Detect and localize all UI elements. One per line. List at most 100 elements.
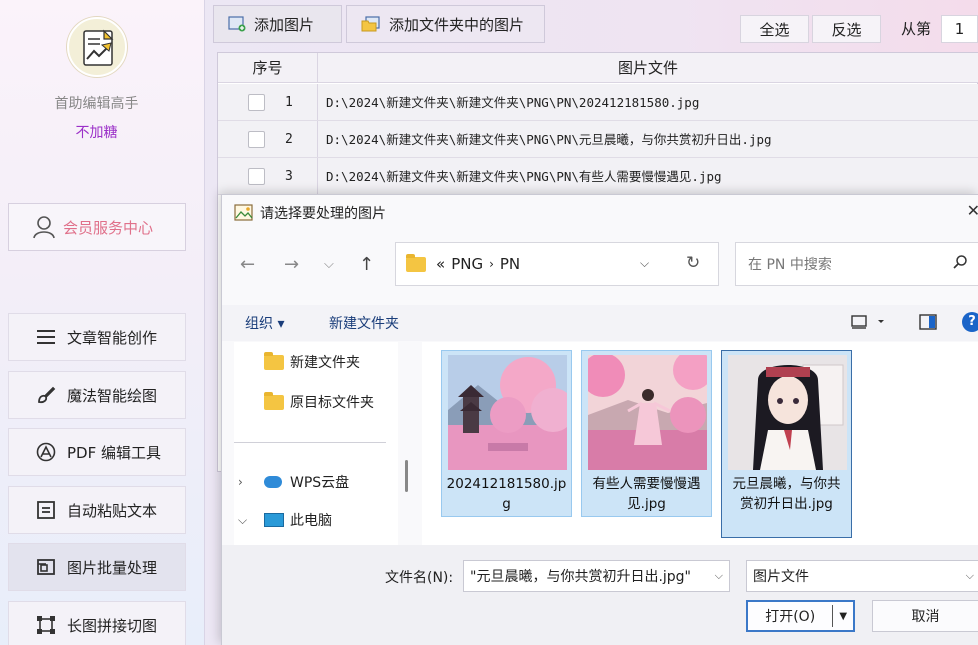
computer-icon: [264, 513, 284, 527]
start-from-input[interactable]: 1: [941, 15, 978, 43]
filename-value: "元旦晨曦，与你共赏初升日出.jpg": [470, 569, 691, 585]
breadcrumb-pn[interactable]: PN: [500, 255, 520, 273]
nav-long-image[interactable]: 长图拼接切图: [8, 601, 186, 645]
address-bar[interactable]: « PNG › PN ⌵ ↻: [395, 242, 719, 286]
add-folder-images-button[interactable]: 添加文件夹中的图片: [346, 5, 545, 43]
nav-label: PDF 编辑工具: [67, 443, 161, 462]
list-icon: [35, 326, 57, 348]
nav-divider: [234, 442, 386, 443]
nav-label: 文章智能创作: [67, 328, 158, 347]
forward-icon[interactable]: →: [284, 254, 299, 275]
view-options-icon[interactable]: [851, 314, 885, 334]
row-number: 1: [285, 94, 293, 110]
open-button[interactable]: 打开(O) ▼: [746, 600, 855, 632]
column-header-no: 序号: [218, 53, 318, 83]
row-number: 3: [285, 168, 293, 184]
file-type-select[interactable]: 图片文件 ⌵: [746, 560, 978, 592]
new-folder-button[interactable]: 新建文件夹: [329, 313, 399, 333]
cloud-icon: [264, 476, 282, 488]
folder-image-icon: [361, 16, 380, 32]
up-icon[interactable]: ↑: [359, 254, 374, 275]
nav-magic-drawing[interactable]: 魔法智能绘图: [8, 371, 186, 419]
dialog-title-bar: 请选择要处理的图片: [234, 203, 386, 223]
paste-icon: [35, 499, 57, 521]
refresh-icon[interactable]: ↻: [686, 253, 700, 273]
row-checkbox[interactable]: [248, 130, 265, 148]
add-image-icon: [228, 16, 246, 32]
image-thumbnail: [448, 355, 567, 470]
folder-icon: [406, 253, 426, 272]
row-checkbox[interactable]: [248, 167, 265, 185]
brush-icon: [35, 384, 57, 406]
tree-item-label: 新建文件夹: [290, 355, 360, 371]
search-box[interactable]: 在 PN 中搜索: [735, 242, 978, 286]
table-row[interactable]: 1 D:\2024\新建文件夹\新建文件夹\PNG\PN\20241218158…: [218, 84, 978, 121]
nav-label: 魔法智能绘图: [67, 386, 158, 405]
command-bar: 组织 ▾ 新建文件夹 ?: [222, 305, 978, 341]
nav-image-batch[interactable]: 图片批量处理: [8, 543, 186, 591]
invert-selection-button[interactable]: 反选: [812, 15, 881, 43]
pdf-icon: [35, 441, 57, 463]
folder-icon: [264, 351, 284, 370]
filename-label: 文件名(N):: [385, 570, 454, 586]
file-name: 202412181580.jpg: [446, 476, 567, 512]
nav-pdf-tools[interactable]: PDF 编辑工具: [8, 428, 186, 476]
search-placeholder: 在 PN 中搜索: [748, 257, 832, 273]
add-images-button[interactable]: 添加图片: [213, 5, 342, 43]
open-dropdown-icon[interactable]: ▼: [833, 611, 853, 622]
table-row[interactable]: 3 D:\2024\新建文件夹\新建文件夹\PNG\PN\有些人需要慢慢遇见.j…: [218, 158, 978, 195]
breadcrumb-overflow[interactable]: «: [436, 255, 445, 273]
close-icon[interactable]: ✕: [967, 201, 978, 220]
help-icon[interactable]: ?: [962, 312, 978, 332]
nav-label: 自动粘贴文本: [67, 501, 158, 520]
select-all-button[interactable]: 全选: [740, 15, 809, 43]
file-tile[interactable]: 202412181580.jpg: [441, 350, 572, 517]
row-path: D:\2024\新建文件夹\新建文件夹\PNG\PN\有些人需要慢慢遇见.jpg: [326, 169, 722, 184]
tree-item-label: WPS云盘: [290, 475, 350, 491]
breadcrumb-png[interactable]: PNG: [451, 255, 483, 273]
chevron-down-icon[interactable]: ⌵: [640, 256, 649, 271]
nav-article-writing[interactable]: 文章智能创作: [8, 313, 186, 361]
file-name: 有些人需要慢慢遇见.jpg: [592, 476, 701, 512]
nav-label: 长图拼接切图: [67, 616, 158, 635]
tree-item-this-pc[interactable]: ⌵ 此电脑: [238, 510, 332, 530]
recent-dropdown-icon[interactable]: ⌵: [324, 257, 334, 272]
chevron-down-icon[interactable]: ⌵: [966, 569, 974, 583]
app-name: 首助编辑高手: [54, 96, 139, 112]
crop-icon: [35, 614, 57, 636]
add-images-label: 添加图片: [254, 15, 315, 34]
column-header-file: 图片文件: [318, 53, 978, 83]
chevron-down-icon[interactable]: ⌵: [715, 569, 723, 583]
search-icon: [952, 254, 968, 274]
filename-input[interactable]: "元旦晨曦，与你共赏初升日出.jpg" ⌵: [463, 560, 730, 592]
table-row[interactable]: 2 D:\2024\新建文件夹\新建文件夹\PNG\PN\元旦晨曦，与你共赏初升…: [218, 121, 978, 158]
app-subtitle[interactable]: 不加糖: [0, 122, 193, 142]
address-row: ← → ⌵ ↑ « PNG › PN ⌵ ↻ 在 PN 中搜索: [222, 242, 978, 290]
nav-auto-paste[interactable]: 自动粘贴文本: [8, 486, 186, 534]
app-logo: [67, 17, 127, 77]
row-checkbox[interactable]: [248, 93, 265, 111]
start-from-label: 从第: [901, 20, 932, 38]
back-icon[interactable]: ←: [240, 254, 255, 275]
member-center-button[interactable]: 会员服务中心: [8, 203, 186, 251]
chevron-right-icon[interactable]: ›: [238, 475, 264, 489]
chevron-right-icon: ›: [489, 257, 494, 271]
image-thumbnail: [728, 355, 847, 470]
organize-button[interactable]: 组织 ▾: [245, 313, 284, 333]
nav-label: 图片批量处理: [67, 558, 158, 577]
tree-item-new-folder[interactable]: 新建文件夹: [264, 351, 360, 372]
preview-pane-icon[interactable]: [919, 314, 937, 334]
chevron-down-icon[interactable]: ⌵: [238, 513, 264, 528]
sidebar: 首助编辑高手 不加糖 会员服务中心 文章智能创作 魔法智能绘图 PDF 编辑工具…: [0, 0, 205, 645]
file-name: 元旦晨曦，与你共赏初升日出.jpg: [732, 476, 841, 512]
row-path: D:\2024\新建文件夹\新建文件夹\PNG\PN\元旦晨曦，与你共赏初升日出…: [326, 132, 772, 147]
tree-item-wps-cloud[interactable]: › WPS云盘: [238, 472, 349, 492]
nav-scrollbar[interactable]: [405, 460, 408, 492]
file-tile[interactable]: 元旦晨曦，与你共赏初升日出.jpg: [721, 350, 852, 538]
cancel-button[interactable]: 取消: [872, 600, 978, 632]
add-folder-images-label: 添加文件夹中的图片: [389, 15, 525, 34]
file-tile[interactable]: 有些人需要慢慢遇见.jpg: [581, 350, 712, 517]
tree-item-target-folder[interactable]: 原目标文件夹: [264, 391, 374, 412]
navigation-pane: 新建文件夹 原目标文件夹 › WPS云盘 ⌵ 此电脑: [234, 342, 398, 545]
user-icon: [33, 216, 55, 239]
